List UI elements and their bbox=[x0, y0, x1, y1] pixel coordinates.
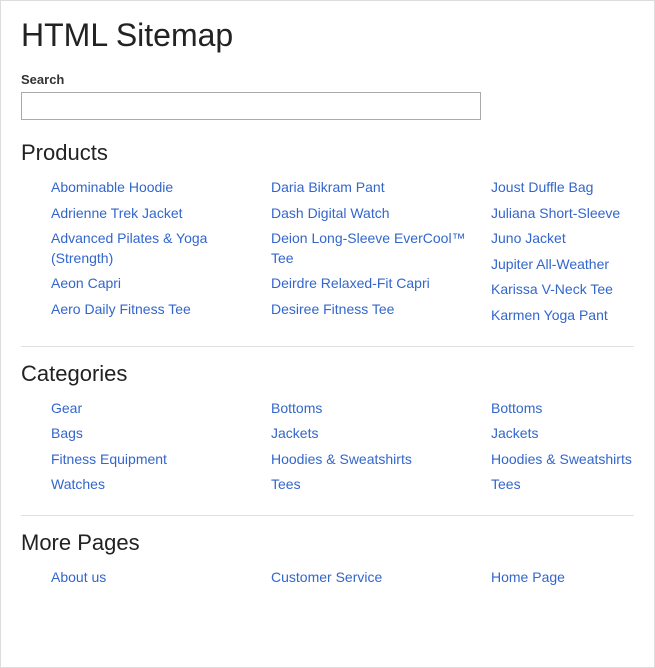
product-link[interactable]: Karissa V-Neck Tee bbox=[491, 280, 655, 300]
product-link[interactable]: Advanced Pilates & Yoga (Strength) bbox=[51, 229, 271, 268]
divider bbox=[21, 515, 634, 516]
categories-heading: Categories bbox=[21, 361, 634, 387]
product-link[interactable]: Dash Digital Watch bbox=[271, 204, 491, 224]
category-link[interactable]: Hoodies & Sweatshirts bbox=[271, 450, 491, 470]
page-link[interactable]: Customer Service bbox=[271, 568, 491, 588]
more-pages-grid: About us Customer Service Home Page bbox=[21, 568, 634, 588]
product-link[interactable]: Deion Long-Sleeve EverCool™ Tee bbox=[271, 229, 491, 268]
category-link[interactable]: Bottoms bbox=[491, 399, 655, 419]
product-link[interactable]: Karmen Yoga Pant bbox=[491, 306, 655, 326]
categories-grid: Gear Bags Fitness Equipment Watches Bott… bbox=[21, 399, 634, 495]
product-link[interactable]: Juno Jacket bbox=[491, 229, 655, 249]
product-link[interactable]: Daria Bikram Pant bbox=[271, 178, 491, 198]
categories-col1: Gear Bags Fitness Equipment Watches bbox=[51, 399, 271, 495]
category-link[interactable]: Fitness Equipment bbox=[51, 450, 271, 470]
divider bbox=[21, 346, 634, 347]
more-pages-col2: Customer Service bbox=[271, 568, 491, 588]
search-input[interactable] bbox=[21, 92, 481, 120]
categories-section: Categories Gear Bags Fitness Equipment W… bbox=[21, 361, 634, 495]
product-link[interactable]: Aeon Capri bbox=[51, 274, 271, 294]
more-pages-section: More Pages About us Customer Service Hom… bbox=[21, 530, 634, 588]
product-link[interactable]: Joust Duffle Bag bbox=[491, 178, 655, 198]
category-link[interactable]: Jackets bbox=[271, 424, 491, 444]
category-link[interactable]: Watches bbox=[51, 475, 271, 495]
category-link[interactable]: Tees bbox=[271, 475, 491, 495]
product-link[interactable]: Jupiter All-Weather bbox=[491, 255, 655, 275]
products-col3: Joust Duffle Bag Juliana Short-Sleeve Ju… bbox=[491, 178, 655, 326]
products-heading: Products bbox=[21, 140, 634, 166]
category-link[interactable]: Tees bbox=[491, 475, 655, 495]
category-link[interactable]: Bottoms bbox=[271, 399, 491, 419]
product-link[interactable]: Deirdre Relaxed-Fit Capri bbox=[271, 274, 491, 294]
category-link[interactable]: Gear bbox=[51, 399, 271, 419]
more-pages-col3: Home Page bbox=[491, 568, 655, 588]
product-link[interactable]: Aero Daily Fitness Tee bbox=[51, 300, 271, 320]
categories-col2: Bottoms Jackets Hoodies & Sweatshirts Te… bbox=[271, 399, 491, 495]
product-link[interactable]: Abominable Hoodie bbox=[51, 178, 271, 198]
more-pages-col1: About us bbox=[51, 568, 271, 588]
product-link[interactable]: Juliana Short-Sleeve bbox=[491, 204, 655, 224]
product-link[interactable]: Desiree Fitness Tee bbox=[271, 300, 491, 320]
category-link[interactable]: Jackets bbox=[491, 424, 655, 444]
products-section: Products Abominable Hoodie Adrienne Trek… bbox=[21, 140, 634, 326]
products-grid: Abominable Hoodie Adrienne Trek Jacket A… bbox=[21, 178, 634, 326]
category-link[interactable]: Hoodies & Sweatshirts bbox=[491, 450, 655, 470]
category-link[interactable]: Bags bbox=[51, 424, 271, 444]
categories-col3: Bottoms Jackets Hoodies & Sweatshirts Te… bbox=[491, 399, 655, 495]
page-title: HTML Sitemap bbox=[21, 17, 634, 54]
product-link[interactable]: Adrienne Trek Jacket bbox=[51, 204, 271, 224]
products-col1: Abominable Hoodie Adrienne Trek Jacket A… bbox=[51, 178, 271, 326]
search-label: Search bbox=[21, 72, 634, 87]
more-pages-heading: More Pages bbox=[21, 530, 634, 556]
products-col2: Daria Bikram Pant Dash Digital Watch Dei… bbox=[271, 178, 491, 326]
page-link[interactable]: Home Page bbox=[491, 568, 655, 588]
page-link[interactable]: About us bbox=[51, 568, 271, 588]
